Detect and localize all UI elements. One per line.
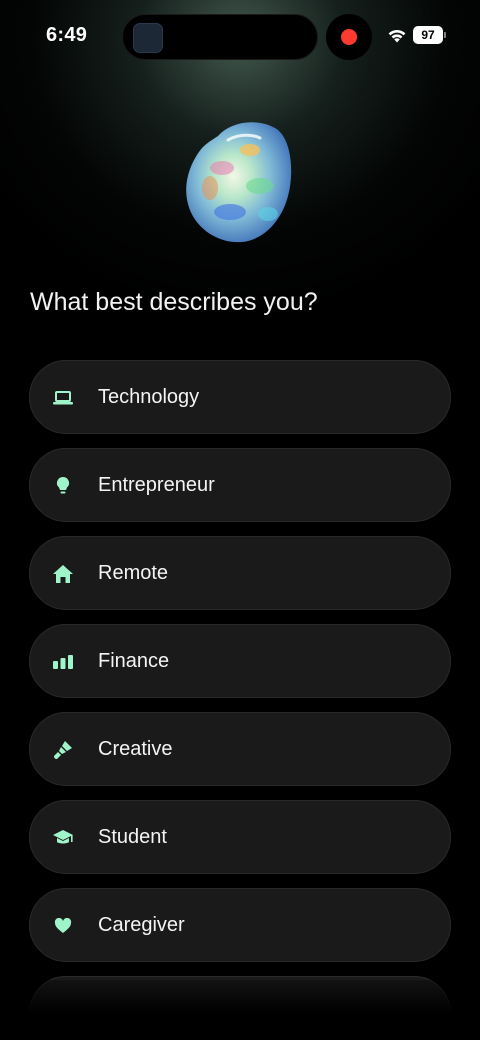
status-bar: 6:49 97: [0, 0, 480, 72]
option-label: Creative: [98, 738, 173, 760]
option-label: Remote: [98, 562, 169, 584]
battery-indicator: 97: [413, 26, 443, 44]
laptop-icon: [52, 388, 74, 408]
option-label: Finance: [98, 650, 170, 672]
paintbrush-icon: [52, 740, 74, 760]
screen-recording-indicator[interactable]: [326, 14, 372, 60]
bar-chart-icon: [52, 652, 74, 672]
wifi-icon: [388, 29, 406, 43]
option-label: Entrepreneur: [98, 474, 215, 496]
option-technology[interactable]: Technology: [29, 360, 451, 434]
option-entrepreneur[interactable]: Entrepreneur: [29, 448, 451, 522]
option-finance[interactable]: Finance: [29, 624, 451, 698]
option-label: Technology: [98, 386, 200, 408]
battery-tip: [444, 32, 446, 38]
dynamic-island[interactable]: [122, 14, 318, 60]
question-title: What best describes you?: [30, 288, 318, 316]
options-list: Technology Entrepreneur Remote Finance C…: [29, 360, 451, 1040]
lightbulb-icon: [52, 476, 74, 496]
bottom-fade: [0, 980, 480, 1040]
option-creative[interactable]: Creative: [29, 712, 451, 786]
graduation-cap-icon: [52, 828, 74, 848]
island-app-icon: [133, 23, 163, 53]
option-label: Student: [98, 826, 167, 848]
recording-dot-icon: [341, 29, 357, 45]
house-icon: [52, 564, 74, 584]
heart-icon: [52, 916, 74, 936]
opal-gem-image: [186, 122, 292, 243]
status-time: 6:49: [46, 24, 88, 46]
option-caregiver[interactable]: Caregiver: [29, 888, 451, 962]
option-remote[interactable]: Remote: [29, 536, 451, 610]
option-label: Caregiver: [98, 914, 185, 936]
option-student[interactable]: Student: [29, 800, 451, 874]
